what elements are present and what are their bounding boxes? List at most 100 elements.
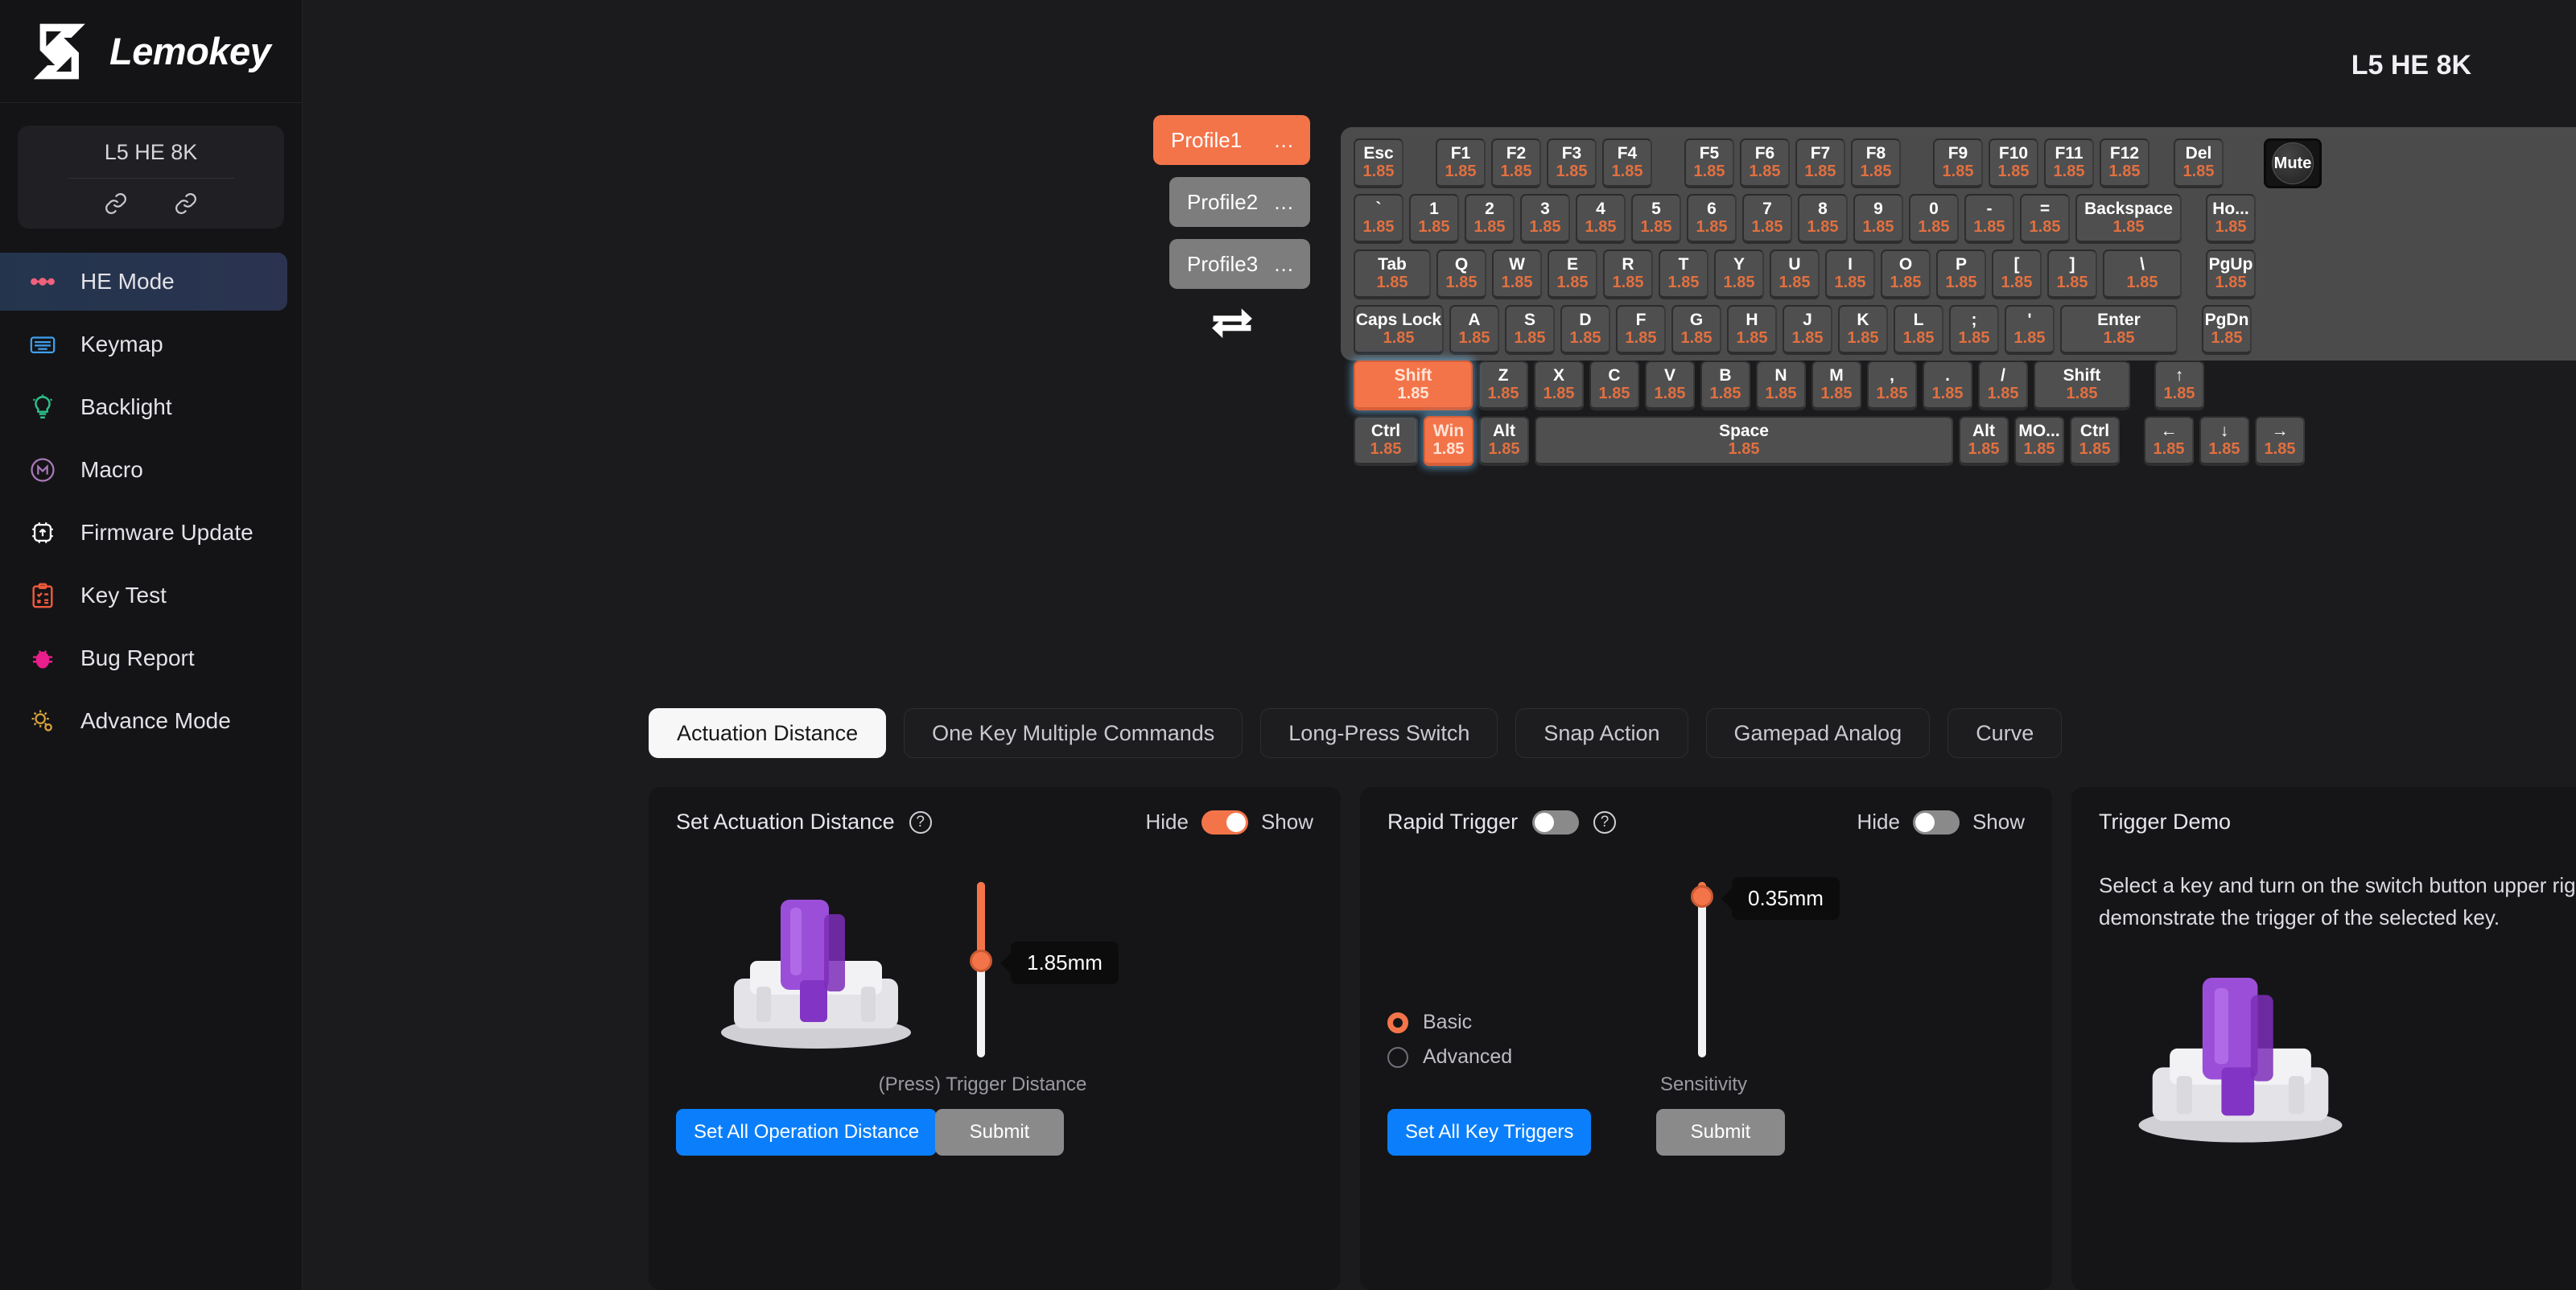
- key-g[interactable]: G 1.85: [1671, 305, 1721, 355]
- sidebar-item-advance-mode[interactable]: Advance Mode: [0, 692, 287, 750]
- key-9[interactable]: 9 1.85: [1853, 194, 1903, 244]
- key-t[interactable]: T 1.85: [1659, 249, 1708, 299]
- swap-arrows-icon[interactable]: [1210, 305, 1254, 340]
- slider-thumb[interactable]: [1691, 885, 1713, 908]
- key-esc[interactable]: Esc 1.85: [1354, 138, 1403, 188]
- key-ho[interactable]: Ho... 1.85: [2206, 194, 2256, 244]
- key-tab[interactable]: Tab 1.85: [1354, 249, 1431, 299]
- key-7[interactable]: 7 1.85: [1742, 194, 1792, 244]
- key-mute[interactable]: Mute: [2264, 138, 2322, 188]
- profile-item-1[interactable]: Profile1 ...: [1153, 115, 1310, 165]
- slider-thumb[interactable]: [970, 950, 992, 972]
- tab-long-press-switch[interactable]: Long-Press Switch: [1260, 708, 1498, 758]
- key-pgup[interactable]: PgUp 1.85: [2206, 249, 2256, 299]
- key-pgdn[interactable]: PgDn 1.85: [2202, 305, 2252, 355]
- sidebar-item-keymap[interactable]: Keymap: [0, 315, 287, 373]
- rapid-trigger-show-toggle[interactable]: [1912, 810, 1960, 835]
- link-icon[interactable]: [104, 192, 128, 216]
- key-u[interactable]: U 1.85: [1770, 249, 1820, 299]
- key-ctrl[interactable]: Ctrl 1.85: [2070, 416, 2120, 466]
- key-f6[interactable]: F6 1.85: [1740, 138, 1790, 188]
- key-f10[interactable]: F10 1.85: [1989, 138, 2038, 188]
- key-8[interactable]: 8 1.85: [1798, 194, 1848, 244]
- set-all-key-triggers-button[interactable]: Set All Key Triggers: [1387, 1109, 1592, 1156]
- key-f11[interactable]: F11 1.85: [2044, 138, 2094, 188]
- key-key[interactable]: ` 1.85: [1354, 194, 1403, 244]
- key-3[interactable]: 3 1.85: [1520, 194, 1570, 244]
- key-f2[interactable]: F2 1.85: [1491, 138, 1541, 188]
- key-f8[interactable]: F8 1.85: [1851, 138, 1901, 188]
- sidebar-item-key-test[interactable]: Key Test: [0, 567, 287, 624]
- key-k[interactable]: K 1.85: [1838, 305, 1888, 355]
- question-mark-icon[interactable]: ?: [1593, 810, 1617, 834]
- actuation-distance-slider[interactable]: 1.85mm: [970, 882, 1119, 1057]
- key-key[interactable]: , 1.85: [1867, 361, 1917, 410]
- key-l[interactable]: L 1.85: [1894, 305, 1943, 355]
- sidebar-item-backlight[interactable]: Backlight: [0, 378, 287, 436]
- key-f5[interactable]: F5 1.85: [1684, 138, 1734, 188]
- key-f12[interactable]: F12 1.85: [2100, 138, 2149, 188]
- key-2[interactable]: 2 1.85: [1465, 194, 1515, 244]
- profile-item-2[interactable]: Profile2 ...: [1169, 177, 1310, 227]
- key-enter[interactable]: Enter 1.85: [2060, 305, 2178, 355]
- rapid-trigger-submit-button[interactable]: Submit: [1656, 1109, 1785, 1156]
- key-key[interactable]: → 1.85: [2255, 416, 2305, 466]
- key-r[interactable]: R 1.85: [1603, 249, 1653, 299]
- key-h[interactable]: H 1.85: [1727, 305, 1777, 355]
- key-ctrl[interactable]: Ctrl 1.85: [1354, 416, 1418, 466]
- key-f[interactable]: F 1.85: [1616, 305, 1666, 355]
- tab-snap-action[interactable]: Snap Action: [1515, 708, 1688, 758]
- key-key[interactable]: . 1.85: [1923, 361, 1972, 410]
- key-m[interactable]: M 1.85: [1811, 361, 1861, 410]
- tab-curve[interactable]: Curve: [1947, 708, 2063, 758]
- sidebar-item-firmware-update[interactable]: Firmware Update: [0, 504, 287, 562]
- feature-tabs[interactable]: Actuation Distance One Key Multiple Comma…: [649, 708, 2063, 758]
- set-all-operation-distance-button[interactable]: Set All Operation Distance: [676, 1109, 938, 1156]
- key-alt[interactable]: Alt 1.85: [1959, 416, 2009, 466]
- tab-gamepad-analog[interactable]: Gamepad Analog: [1705, 708, 1931, 758]
- key-f4[interactable]: F4 1.85: [1602, 138, 1652, 188]
- key-key[interactable]: [1.85: [1992, 249, 2042, 299]
- rapid-trigger-enable-toggle[interactable]: [1532, 810, 1580, 835]
- key-del[interactable]: Del 1.85: [2174, 138, 2224, 188]
- sensitivity-slider[interactable]: 0.35mm: [1691, 877, 1840, 1057]
- key-space[interactable]: Space 1.85: [1535, 416, 1953, 466]
- key-5[interactable]: 5 1.85: [1631, 194, 1681, 244]
- key-mo[interactable]: MO... 1.85: [2014, 416, 2064, 466]
- key-x[interactable]: X 1.85: [1534, 361, 1584, 410]
- key-backspace[interactable]: Backspace 1.85: [2075, 194, 2182, 244]
- profile-menu-icon[interactable]: ...: [1274, 252, 1294, 277]
- key-key[interactable]: ← 1.85: [2144, 416, 2194, 466]
- key-key[interactable]: ; 1.85: [1949, 305, 1999, 355]
- key-key[interactable]: ↓ 1.85: [2199, 416, 2249, 466]
- profile-menu-icon[interactable]: ...: [1274, 190, 1294, 215]
- sidebar-item-bug-report[interactable]: Bug Report: [0, 629, 287, 687]
- key-c[interactable]: C 1.85: [1589, 361, 1639, 410]
- key-o[interactable]: O 1.85: [1881, 249, 1931, 299]
- key-v[interactable]: V 1.85: [1645, 361, 1695, 410]
- keyboard-layout[interactable]: Esc 1.85 F1 1.85 F2 1.85 F3 1.85 F4 1.85 F5 1.85 F6 1…: [1341, 127, 2576, 466]
- key-f3[interactable]: F3 1.85: [1547, 138, 1597, 188]
- key-s[interactable]: S 1.85: [1505, 305, 1555, 355]
- key-d[interactable]: D 1.85: [1560, 305, 1610, 355]
- key-i[interactable]: I 1.85: [1825, 249, 1875, 299]
- key-p[interactable]: P 1.85: [1936, 249, 1986, 299]
- key-1[interactable]: 1 1.85: [1409, 194, 1459, 244]
- actuation-show-toggle[interactable]: [1201, 810, 1248, 835]
- key-z[interactable]: Z 1.85: [1478, 361, 1528, 410]
- key-q[interactable]: Q 1.85: [1436, 249, 1486, 299]
- key-alt[interactable]: Alt 1.85: [1479, 416, 1529, 466]
- profile-item-3[interactable]: Profile3 ...: [1169, 239, 1310, 289]
- key-key[interactable]: ↑ 1.85: [2154, 361, 2204, 410]
- radio-option-basic[interactable]: Basic: [1387, 1011, 1512, 1034]
- key-a[interactable]: A 1.85: [1449, 305, 1499, 355]
- key-f7[interactable]: F7 1.85: [1795, 138, 1845, 188]
- link-icon[interactable]: [174, 192, 198, 216]
- key-4[interactable]: 4 1.85: [1576, 194, 1626, 244]
- key-w[interactable]: W 1.85: [1492, 249, 1542, 299]
- key-6[interactable]: 6 1.85: [1687, 194, 1737, 244]
- radio-option-advanced[interactable]: Advanced: [1387, 1045, 1512, 1069]
- key-win[interactable]: Win 1.85: [1424, 416, 1473, 466]
- key-n[interactable]: N 1.85: [1756, 361, 1806, 410]
- key-key[interactable]: ' 1.85: [2005, 305, 2055, 355]
